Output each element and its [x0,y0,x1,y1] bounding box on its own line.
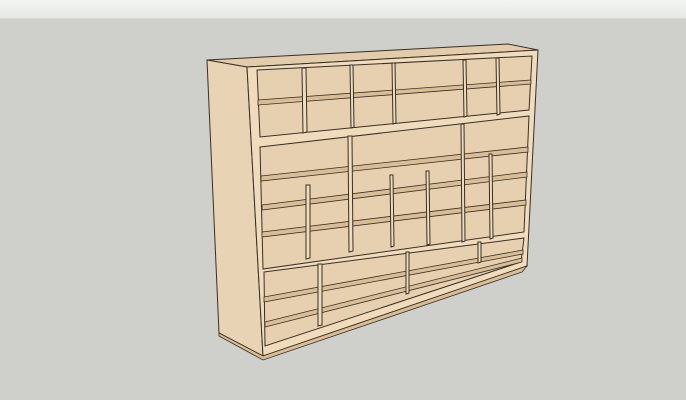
3d-viewport[interactable] [0,19,686,400]
bookshelf-model-drawing [206,43,539,361]
window-top-bar [0,0,686,19]
